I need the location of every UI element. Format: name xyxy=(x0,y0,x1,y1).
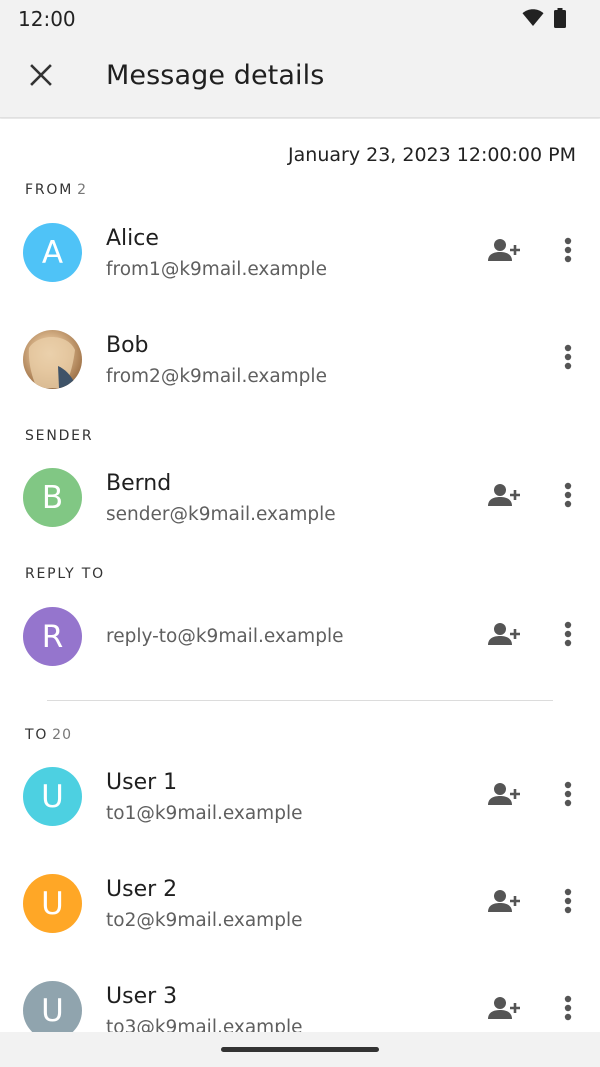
avatar: U xyxy=(23,981,82,1032)
avatar: R xyxy=(23,607,82,666)
contact-email: sender@k9mail.example xyxy=(106,504,336,525)
contact-name: User 1 xyxy=(106,770,178,795)
message-date: January 23, 2023 12:00:00 PM xyxy=(288,144,576,166)
contact-email: to1@k9mail.example xyxy=(106,803,303,824)
contact-email: from2@k9mail.example xyxy=(106,366,327,387)
avatar-initial: U xyxy=(41,778,64,815)
person-add-icon xyxy=(488,781,524,812)
contact-email: reply-to@k9mail.example xyxy=(106,626,344,647)
more-vert-icon xyxy=(564,995,572,1026)
person-add-icon xyxy=(488,621,524,652)
section-label: REPLY TO xyxy=(25,566,105,582)
wifi-icon xyxy=(522,9,544,32)
section-divider xyxy=(47,700,553,701)
avatar: B xyxy=(23,468,82,527)
contact-name: User 2 xyxy=(106,877,178,902)
avatar-initial: U xyxy=(41,885,64,922)
section-label: FROM xyxy=(25,182,74,198)
message-details-content: January 23, 2023 12:00:00 PM FROM 2 A Ali… xyxy=(0,119,600,1032)
contact-email: from1@k9mail.example xyxy=(106,259,327,280)
avatar-initial: A xyxy=(41,234,64,271)
navigation-bar xyxy=(0,1032,600,1067)
more-vert-icon xyxy=(564,781,572,812)
app-bar: Message details xyxy=(0,36,600,118)
more-options-button[interactable] xyxy=(552,884,584,922)
section-header-sender: SENDER xyxy=(25,428,93,444)
more-vert-icon xyxy=(564,888,572,919)
add-contact-button[interactable] xyxy=(486,992,526,1028)
section-count: 2 xyxy=(77,182,88,198)
section-label: SENDER xyxy=(25,428,94,444)
close-icon xyxy=(30,63,52,91)
avatar-photo xyxy=(23,330,82,389)
status-time: 12:00 xyxy=(18,7,76,31)
avatar-initial: B xyxy=(41,479,64,516)
recipient-row[interactable]: U User 3 to3@k9mail.example xyxy=(0,981,600,1032)
status-bar: 12:00 xyxy=(0,0,600,36)
recipient-row[interactable]: A Alice from1@k9mail.example xyxy=(0,223,600,313)
status-icons xyxy=(522,8,566,33)
add-contact-button[interactable] xyxy=(486,778,526,814)
add-contact-button[interactable] xyxy=(486,234,526,270)
avatar-initial: R xyxy=(41,618,64,655)
recipient-row[interactable]: U User 1 to1@k9mail.example xyxy=(0,767,600,857)
recipient-row[interactable]: R reply-to@k9mail.example xyxy=(0,607,600,697)
more-vert-icon xyxy=(564,344,572,375)
contact-name: Bernd xyxy=(106,471,172,496)
more-options-button[interactable] xyxy=(552,777,584,815)
add-contact-button[interactable] xyxy=(486,885,526,921)
person-add-icon xyxy=(488,995,524,1026)
contact-email: to3@k9mail.example xyxy=(106,1017,303,1032)
recipient-row[interactable]: Bob from2@k9mail.example xyxy=(0,330,600,420)
section-label: TO xyxy=(25,727,49,743)
section-header-to: TO 20 xyxy=(25,727,72,743)
more-options-button[interactable] xyxy=(552,991,584,1029)
avatar: A xyxy=(23,223,82,282)
person-add-icon xyxy=(488,888,524,919)
contact-email: to2@k9mail.example xyxy=(106,910,303,931)
more-options-button[interactable] xyxy=(552,233,584,271)
person-add-icon xyxy=(488,237,524,268)
gesture-handle[interactable] xyxy=(221,1047,379,1052)
recipient-row[interactable]: U User 2 to2@k9mail.example xyxy=(0,874,600,964)
more-vert-icon xyxy=(564,237,572,268)
more-vert-icon xyxy=(564,482,572,513)
section-header-from: FROM 2 xyxy=(25,182,87,198)
avatar: U xyxy=(23,874,82,933)
section-count: 20 xyxy=(52,727,72,743)
section-header-reply-to: REPLY TO xyxy=(25,566,105,582)
more-options-button[interactable] xyxy=(552,478,584,516)
add-contact-button[interactable] xyxy=(486,479,526,515)
battery-icon xyxy=(554,8,566,33)
contact-name: Alice xyxy=(106,226,159,251)
contact-name: Bob xyxy=(106,333,149,358)
close-button[interactable] xyxy=(20,56,62,98)
avatar-initial: U xyxy=(41,992,64,1029)
person-add-icon xyxy=(488,482,524,513)
avatar: U xyxy=(23,767,82,826)
more-vert-icon xyxy=(564,621,572,652)
more-options-button[interactable] xyxy=(552,340,584,378)
recipient-row[interactable]: B Bernd sender@k9mail.example xyxy=(0,468,600,558)
contact-name: User 3 xyxy=(106,984,178,1009)
add-contact-button[interactable] xyxy=(486,618,526,654)
page-title: Message details xyxy=(106,60,325,91)
more-options-button[interactable] xyxy=(552,617,584,655)
